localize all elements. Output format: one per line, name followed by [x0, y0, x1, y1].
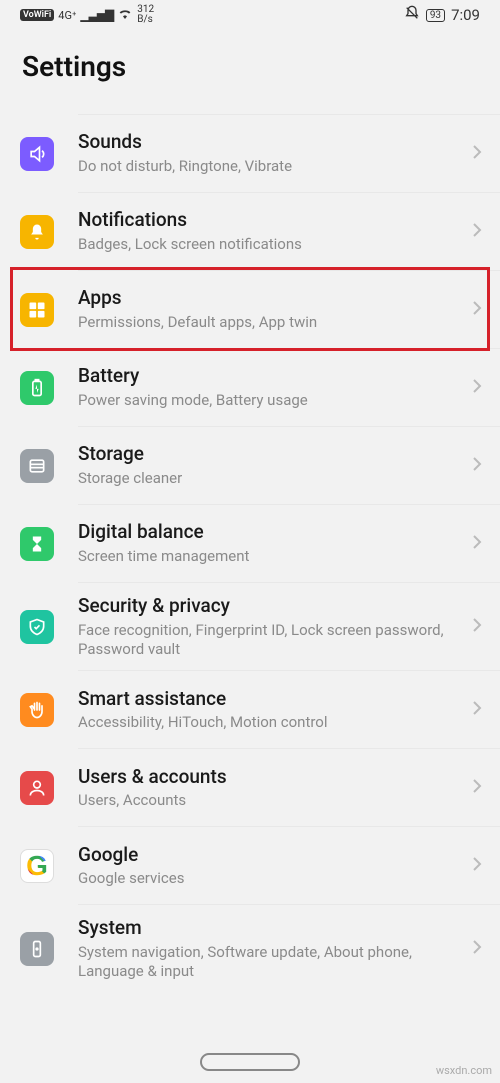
data-rate: 312B/s	[137, 5, 154, 25]
item-subtitle: Permissions, Default apps, App twin	[78, 313, 464, 332]
item-subtitle: Google services	[78, 869, 464, 888]
item-subtitle: Face recognition, Fingerprint ID, Lock s…	[78, 621, 464, 659]
item-title: Sounds	[78, 131, 464, 154]
settings-item-shield[interactable]: Security & privacy Face recognition, Fing…	[78, 583, 500, 671]
page-title: Settings	[22, 50, 478, 83]
item-title: Storage	[78, 443, 464, 466]
settings-item-google[interactable]: GGoogleGoogle services	[78, 827, 500, 905]
item-text: Smart assistance Accessibility, HiTouch, …	[78, 688, 464, 733]
settings-item-sound[interactable]: Sounds Do not disturb, Ringtone, Vibrate	[78, 115, 500, 193]
item-text: Notifications Badges, Lock screen notific…	[78, 209, 464, 254]
item-text: Google Google services	[78, 844, 464, 889]
status-bar: VoWiFi 4G⁺ ▁▃▅▇ 312B/s 93 7:09	[0, 0, 500, 30]
item-text: Apps Permissions, Default apps, App twin	[78, 287, 464, 332]
signal-icon: ▁▃▅▇	[80, 8, 113, 22]
network-type: 4G⁺	[58, 9, 76, 22]
item-text: Digital balance Screen time management	[78, 521, 464, 566]
item-subtitle: System navigation, Software update, Abou…	[78, 943, 464, 981]
clock: 7:09	[451, 6, 480, 24]
chevron-right-icon	[472, 300, 482, 320]
battery-level: 93	[426, 9, 445, 22]
storage-icon	[20, 449, 54, 483]
settings-item-user[interactable]: Users & accounts Users, Accounts	[78, 749, 500, 827]
item-title: Users & accounts	[78, 766, 464, 789]
item-title: Security & privacy	[78, 595, 464, 618]
item-text: Battery Power saving mode, Battery usage	[78, 365, 464, 410]
settings-item-apps[interactable]: Apps Permissions, Default apps, App twin	[78, 271, 500, 349]
item-subtitle: Storage cleaner	[78, 469, 464, 488]
item-title: System	[78, 917, 464, 940]
item-subtitle: Power saving mode, Battery usage	[78, 391, 464, 410]
item-subtitle: Accessibility, HiTouch, Motion control	[78, 713, 464, 732]
system-icon	[20, 932, 54, 966]
chevron-right-icon	[472, 222, 482, 242]
item-text: Sounds Do not disturb, Ringtone, Vibrate	[78, 131, 464, 176]
item-subtitle: Do not disturb, Ringtone, Vibrate	[78, 157, 464, 176]
chevron-right-icon	[472, 700, 482, 720]
sound-icon	[20, 137, 54, 171]
status-right: 93 7:09	[404, 5, 480, 25]
user-icon	[20, 771, 54, 805]
item-subtitle: Screen time management	[78, 547, 464, 566]
settings-item-storage[interactable]: Storage Storage cleaner	[78, 427, 500, 505]
chevron-right-icon	[472, 144, 482, 164]
chevron-right-icon	[472, 378, 482, 398]
settings-item-bell[interactable]: Notifications Badges, Lock screen notific…	[78, 193, 500, 271]
mute-icon	[404, 5, 420, 25]
item-title: Google	[78, 844, 464, 867]
chevron-right-icon	[472, 856, 482, 876]
item-title: Smart assistance	[78, 688, 464, 711]
chevron-right-icon	[472, 778, 482, 798]
item-subtitle: Users, Accounts	[78, 791, 464, 810]
hand-icon	[20, 693, 54, 727]
settings-item-hourglass[interactable]: Digital balance Screen time management	[78, 505, 500, 583]
shield-icon	[20, 610, 54, 644]
item-text: Security & privacy Face recognition, Fing…	[78, 595, 464, 658]
battery-icon	[20, 371, 54, 405]
item-text: Users & accounts Users, Accounts	[78, 766, 464, 811]
item-title: Apps	[78, 287, 464, 310]
settings-item-battery[interactable]: Battery Power saving mode, Battery usage	[78, 349, 500, 427]
apps-icon	[20, 293, 54, 327]
item-title: Battery	[78, 365, 464, 388]
item-title: Notifications	[78, 209, 464, 232]
truncated-row	[78, 95, 500, 115]
wifi-icon	[117, 7, 133, 23]
chevron-right-icon	[472, 456, 482, 476]
google-icon: G	[20, 849, 54, 883]
settings-item-hand[interactable]: Smart assistance Accessibility, HiTouch, …	[78, 671, 500, 749]
item-title: Digital balance	[78, 521, 464, 544]
item-text: System System navigation, Software update…	[78, 917, 464, 980]
chevron-right-icon	[472, 617, 482, 637]
chevron-right-icon	[472, 534, 482, 554]
settings-list: Sounds Do not disturb, Ringtone, Vibrate N…	[0, 95, 500, 993]
page-header: Settings	[0, 30, 500, 95]
vowifi-badge: VoWiFi	[20, 9, 54, 21]
settings-item-system[interactable]: System System navigation, Software update…	[78, 905, 500, 992]
nav-pill[interactable]	[200, 1053, 300, 1071]
status-left: VoWiFi 4G⁺ ▁▃▅▇ 312B/s	[20, 5, 154, 25]
bell-icon	[20, 215, 54, 249]
watermark: wsxdn.com	[436, 1064, 492, 1077]
item-subtitle: Badges, Lock screen notifications	[78, 235, 464, 254]
hourglass-icon	[20, 527, 54, 561]
item-text: Storage Storage cleaner	[78, 443, 464, 488]
chevron-right-icon	[472, 939, 482, 959]
